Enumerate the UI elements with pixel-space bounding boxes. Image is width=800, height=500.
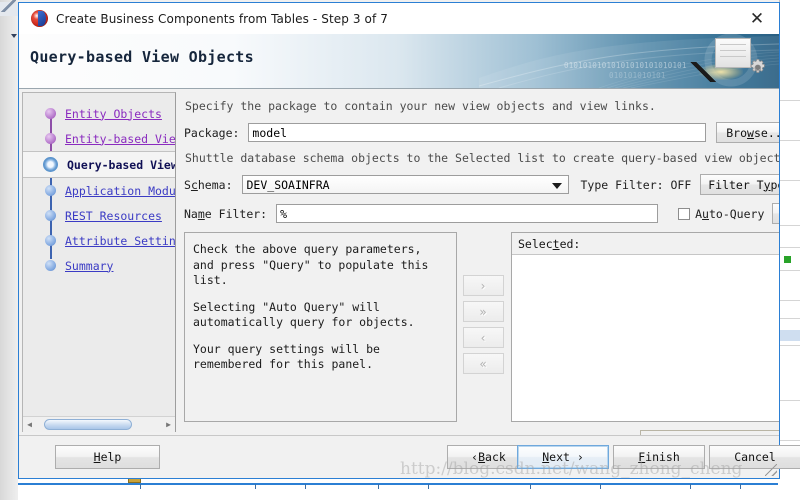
background-diagonal-icon bbox=[0, 0, 16, 12]
sidebar-item-label[interactable]: Entity-based View O bbox=[65, 132, 175, 146]
sidebar-item-attribute-settings[interactable]: Attribute Settings bbox=[23, 228, 175, 253]
background-bottom-rule bbox=[18, 483, 778, 485]
auto-query-label[interactable]: Auto-Query bbox=[695, 207, 764, 221]
move-all-left-button[interactable]: « bbox=[462, 353, 504, 374]
sidebar-item-entity-based-view-objects[interactable]: Entity-based View O bbox=[23, 126, 175, 151]
browse-button[interactable]: Browse... bbox=[716, 122, 779, 143]
step-bullet-pending-icon bbox=[45, 235, 56, 246]
selected-list[interactable] bbox=[512, 255, 779, 421]
query-button[interactable]: Query bbox=[772, 203, 779, 224]
cancel-button[interactable]: Cancel bbox=[709, 445, 800, 469]
sidebar-item-rest-resources[interactable]: REST Resources bbox=[23, 203, 175, 228]
banner-document-icon bbox=[715, 38, 751, 68]
sidebar-item-label: Query-based View bbox=[67, 157, 175, 172]
background-right-panel bbox=[779, 0, 800, 500]
name-filter-label: Name Filter: bbox=[184, 206, 268, 221]
background-green-indicator-icon bbox=[784, 256, 791, 263]
sidebar-item-label[interactable]: Entity Objects bbox=[65, 107, 162, 121]
package-input[interactable]: model bbox=[248, 123, 707, 142]
banner-binary-text-1: 01010101010101010101010101 bbox=[564, 61, 687, 70]
package-label: Package: bbox=[184, 125, 240, 140]
sidebar-item-query-based-view-objects: Query-based View bbox=[23, 151, 175, 178]
info-line-3: Your query settings will be remembered f… bbox=[193, 341, 380, 372]
move-left-button[interactable]: ‹ bbox=[462, 327, 504, 348]
sidebar-item-summary[interactable]: Summary bbox=[23, 253, 175, 278]
shuttle-description: Shuttle database schema objects to the S… bbox=[185, 151, 779, 165]
banner-gear-icon bbox=[750, 59, 765, 73]
scroll-right-icon[interactable]: ▶ bbox=[162, 417, 175, 432]
sidebar-item-label[interactable]: REST Resources bbox=[65, 209, 162, 223]
sidebar-item-entity-objects[interactable]: Entity Objects bbox=[23, 101, 175, 126]
sidebar-item-label[interactable]: Attribute Settings bbox=[65, 234, 175, 248]
wizard-content-panel: Specify the package to contain your new … bbox=[176, 89, 779, 435]
auto-query-checkbox[interactable] bbox=[678, 207, 691, 220]
chevron-down-icon bbox=[551, 183, 562, 189]
selected-list-panel: Selec t ed: bbox=[511, 232, 779, 422]
background-dropdown-arrow-icon bbox=[11, 34, 17, 38]
schema-label: Schema: bbox=[184, 177, 233, 192]
name-filter-row: Name Filter: % Auto-Query Query bbox=[184, 203, 779, 224]
dialog-title: Create Business Components from Tables -… bbox=[56, 11, 388, 26]
wizard-banner: Query-based View Objects 010101010101010… bbox=[19, 34, 779, 89]
wizard-dialog: Create Business Components from Tables -… bbox=[18, 2, 800, 479]
page-title: Query-based View Objects bbox=[30, 48, 254, 66]
move-right-button[interactable]: › bbox=[462, 275, 504, 296]
step-bullet-pending-icon bbox=[45, 260, 56, 271]
shuttle-button-column: › » ‹ « bbox=[457, 232, 509, 422]
step-bullet-visited-icon bbox=[45, 133, 56, 144]
wizard-step-sidebar: Entity Objects Entity-based View O Query… bbox=[22, 92, 176, 432]
scroll-left-icon[interactable]: ◀ bbox=[23, 417, 36, 432]
move-all-right-button[interactable]: » bbox=[462, 301, 504, 322]
dialog-titlebar: Create Business Components from Tables -… bbox=[19, 3, 779, 34]
schema-selected-value: DEV_SOAINFRA bbox=[246, 177, 330, 192]
jdeveloper-logo-icon bbox=[31, 10, 48, 27]
available-list-info-panel: Check the above query parameters, and pr… bbox=[184, 232, 457, 422]
scrollbar-track[interactable] bbox=[36, 417, 162, 432]
help-button[interactable]: Help bbox=[55, 445, 160, 469]
banner-binary-text-2: 010101010101 bbox=[609, 71, 666, 80]
background-selected-row bbox=[780, 330, 800, 341]
step-bullet-pending-icon bbox=[45, 210, 56, 221]
next-button[interactable]: Next › bbox=[517, 445, 609, 469]
package-row: Package: model Browse... bbox=[184, 122, 779, 143]
sidebar-item-label[interactable]: Application Module bbox=[65, 184, 175, 198]
type-filter-status: Type Filter: OFF bbox=[580, 177, 692, 192]
sidebar-item-application-module[interactable]: Application Module bbox=[23, 178, 175, 203]
filter-types-button[interactable]: Filter Types bbox=[700, 174, 779, 195]
dialog-footer: Help ‹ Back Next › Finish Cancel bbox=[19, 435, 800, 478]
info-line-2: Selecting "Auto Query" will automaticall… bbox=[193, 299, 415, 330]
scrollbar-thumb[interactable] bbox=[44, 419, 132, 430]
sidebar-item-label[interactable]: Summary bbox=[65, 259, 113, 273]
schema-row: Schema: DEV_SOAINFRA Type Filter: OFF Fi… bbox=[184, 174, 779, 195]
name-filter-input[interactable]: % bbox=[276, 204, 659, 223]
info-line-1: Check the above query parameters, and pr… bbox=[193, 242, 429, 287]
dialog-body: Entity Objects Entity-based View O Query… bbox=[19, 89, 779, 435]
sidebar-horizontal-scrollbar[interactable]: ◀ ▶ bbox=[23, 416, 175, 432]
step-bullet-pending-icon bbox=[45, 185, 56, 196]
shuttle-section: Check the above query parameters, and pr… bbox=[184, 232, 779, 422]
step-bullet-current-icon bbox=[43, 157, 58, 172]
package-description: Specify the package to contain your new … bbox=[185, 99, 656, 113]
resize-grip-icon[interactable] bbox=[765, 464, 777, 476]
schema-select[interactable]: DEV_SOAINFRA bbox=[241, 175, 569, 194]
sidebar-scroll-viewport: Entity Objects Entity-based View O Query… bbox=[23, 93, 175, 416]
close-icon[interactable]: ✕ bbox=[735, 3, 779, 34]
background-left-strip bbox=[0, 0, 18, 500]
finish-button[interactable]: Finish bbox=[613, 445, 705, 469]
selected-list-label: Selec t ed: bbox=[512, 233, 779, 255]
step-bullet-visited-icon bbox=[45, 108, 56, 119]
